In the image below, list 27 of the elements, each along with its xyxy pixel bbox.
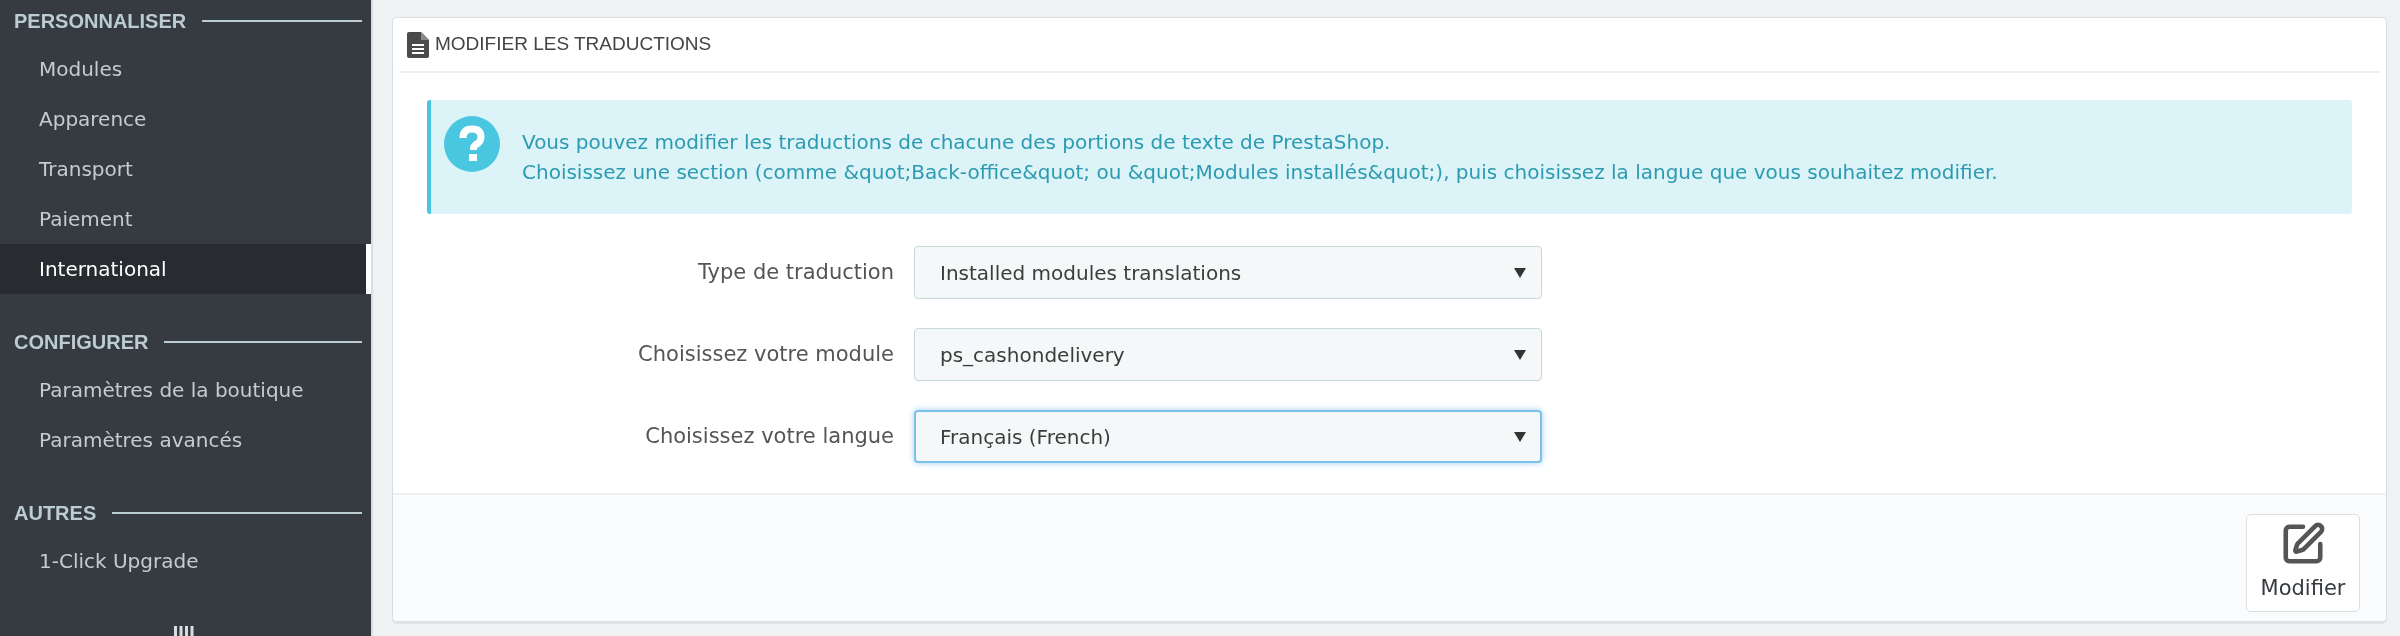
field-label: Type de traduction: [698, 258, 894, 286]
sidebar-item[interactable]: Apparence: [0, 94, 371, 144]
select-dropdown[interactable]: ps_cashondelivery: [914, 328, 1542, 381]
select-dropdown[interactable]: Installed modules translations: [914, 246, 1542, 299]
caret-down-icon: [1514, 431, 1526, 442]
question-icon: [444, 116, 500, 172]
sidebar-item[interactable]: Modules: [0, 44, 371, 94]
select-dropdown[interactable]: Français (French): [914, 410, 1542, 463]
info-text: Choisissez une section (comme &quot;Back-office&quot; ou &quot;Modules installés&quot;), puis choisissez la langue que vous souhaitez modifier.: [522, 159, 1998, 186]
sidebar-item[interactable]: Paramètres de la boutique: [0, 365, 371, 415]
sidebar-section-title: PERSONNALISER: [14, 9, 187, 34]
modify-button[interactable]: Modifier: [2246, 514, 2360, 612]
caret-down-icon: [1514, 349, 1526, 360]
bars-icon[interactable]: [174, 626, 194, 636]
field-label: Choisissez votre module: [638, 340, 894, 368]
caret-down-icon: [1514, 267, 1526, 278]
sidebar-item[interactable]: 1-Click Upgrade: [0, 536, 371, 586]
panel-title: MODIFIER LES TRADUCTIONS: [435, 32, 712, 57]
sidebar-item[interactable]: Paiement: [0, 194, 371, 244]
info-text: Vous pouvez modifier les traductions de chacune des portions de texte de PrestaShop.: [522, 129, 1392, 156]
sidebar-section-title: CONFIGURER: [14, 330, 149, 355]
sidebar-item[interactable]: Paramètres avancés: [0, 415, 371, 465]
document-icon: [407, 31, 429, 58]
field-label: Choisissez votre langue: [645, 422, 894, 450]
sidebar-item[interactable]: International: [0, 244, 371, 294]
sidebar-item[interactable]: Transport: [0, 144, 371, 194]
sidebar-section-title: AUTRES: [14, 501, 97, 526]
